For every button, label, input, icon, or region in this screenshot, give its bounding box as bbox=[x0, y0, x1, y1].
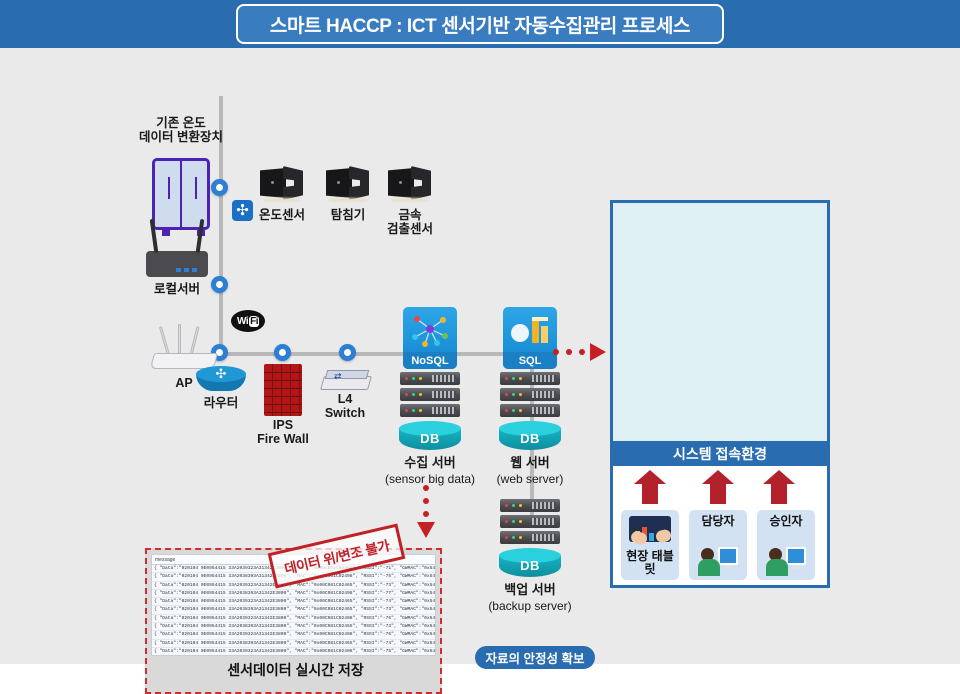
header-bar: 스마트 HACCP : ICT 센서기반 자동수집관리 프로세스 bbox=[0, 0, 960, 48]
rack-unit bbox=[500, 404, 560, 417]
flow-dot bbox=[423, 498, 429, 504]
log-row: { "Data":"020104 0E0954415 33A2038393A31… bbox=[152, 623, 435, 632]
flow-dot bbox=[579, 349, 585, 355]
web-db-cylinder: DB bbox=[499, 421, 561, 455]
status-badge-text: 자료의 안정성 확보 bbox=[485, 652, 585, 666]
backup-server-label-ko: 백업 서버 bbox=[504, 582, 556, 597]
flow-dot bbox=[423, 485, 429, 491]
user-card-field-tablet[interactable]: 현장 태블릿 bbox=[621, 510, 679, 580]
collection-db-cylinder: DB bbox=[399, 421, 461, 455]
rack-unit bbox=[500, 515, 560, 528]
wifi-text-2: Fi bbox=[249, 315, 260, 327]
local-server-label: 로컬서버 bbox=[153, 282, 200, 296]
page-title-text: 스마트 HACCP : ICT 센서기반 자동수집관리 프로세스 bbox=[269, 15, 691, 37]
panel-title: 시스템 접속환경 bbox=[610, 441, 830, 466]
sensor-icon-temperature bbox=[260, 166, 304, 202]
switch-icon: ⇄ bbox=[319, 370, 373, 392]
rack-unit bbox=[400, 388, 460, 401]
log-row: { "Data":"020104 0E0954415 33A2039323A31… bbox=[152, 631, 435, 640]
diagram-canvas: 기존 온도 데이터 변환장치 ✣ 온도센서 탐침기 금속 검출센서 로컬서버 W… bbox=[0, 48, 960, 694]
status-badge-stability: 자료의 안정성 확보 bbox=[475, 646, 595, 669]
user-card-approver[interactable]: 승인자 bbox=[757, 510, 815, 580]
users-panel: 현장 태블릿 담당자 승인자 bbox=[610, 466, 830, 588]
ap-antenna-1 bbox=[158, 326, 171, 356]
firewall-label: IPS Fire Wall bbox=[257, 418, 309, 446]
user-label-field-tablet: 현장 태블릿 bbox=[626, 549, 674, 576]
log-row: { "Data":"020104 0E0954415 33A2039323A31… bbox=[152, 598, 435, 607]
backup-db-label: DB bbox=[520, 558, 540, 573]
user-label-approver: 승인자 bbox=[769, 514, 803, 528]
nosql-badge-label: NoSQL bbox=[403, 352, 457, 369]
web-db-label: DB bbox=[520, 431, 540, 446]
rack-unit bbox=[500, 372, 560, 385]
log-row: { "Data":"020104 0E0954415 33A2038393A31… bbox=[152, 590, 435, 599]
wifi-text: Wi bbox=[236, 315, 249, 327]
panel-title-text: 시스템 접속환경 bbox=[672, 445, 768, 462]
node-converter bbox=[211, 179, 228, 196]
local-server-icon bbox=[146, 251, 208, 277]
page-title: 스마트 HACCP : ICT 센서기반 자동수집관리 프로세스 bbox=[236, 4, 724, 44]
rack-unit bbox=[500, 388, 560, 401]
user-card-manager[interactable]: 담당자 bbox=[689, 510, 747, 580]
flow-arrow-up-tablet bbox=[634, 470, 666, 504]
backup-server-label-en: (backup server) bbox=[488, 599, 572, 613]
ap-antenna-2 bbox=[178, 324, 181, 354]
wifi-icon: Wi Fi bbox=[231, 310, 265, 332]
firewall-icon bbox=[264, 364, 302, 416]
tablet-icon bbox=[629, 516, 673, 547]
flow-arrow-right bbox=[590, 343, 606, 361]
collection-server-label-ko: 수집 서버 bbox=[404, 455, 456, 470]
sql-badge-label: SQL bbox=[503, 352, 557, 369]
backup-db-cylinder: DB bbox=[499, 548, 561, 582]
ap-antenna-3 bbox=[189, 326, 200, 356]
flow-dot bbox=[553, 349, 559, 355]
flow-dot bbox=[566, 349, 572, 355]
nosql-graph-art bbox=[403, 309, 457, 353]
flow-arrow-up-approver bbox=[763, 470, 795, 504]
rack-unit bbox=[400, 372, 460, 385]
sensor-icon-probe bbox=[326, 166, 370, 202]
sensor-icon-metal-detector bbox=[388, 166, 432, 202]
nosql-badge: NoSQL bbox=[403, 307, 457, 369]
node-router bbox=[274, 344, 291, 361]
person-monitor-icon bbox=[698, 546, 738, 576]
rack-unit bbox=[500, 531, 560, 544]
flow-dot bbox=[423, 511, 429, 517]
web-server-label-ko: 웹 서버 bbox=[510, 455, 550, 470]
sql-badge: SQL bbox=[503, 307, 557, 369]
converter-label: 기존 온도 데이터 변환장치 bbox=[139, 116, 223, 144]
connector-horizontal-main bbox=[219, 352, 549, 356]
log-row: { "Data":"020104 0E0954415 33A2039323A31… bbox=[152, 615, 435, 624]
node-switch bbox=[339, 344, 356, 361]
collection-db-label: DB bbox=[420, 431, 440, 446]
backup-server-rack bbox=[500, 499, 560, 547]
rack-unit bbox=[400, 404, 460, 417]
rack-unit bbox=[500, 499, 560, 512]
person-monitor-icon bbox=[766, 546, 806, 576]
router-label: 라우터 bbox=[203, 396, 239, 410]
system-access-panel: HACCP CCP 8(냉장실1) 모니터링 일지 bbox=[610, 200, 830, 462]
cabinet-foot-left bbox=[162, 230, 170, 236]
sql-db-art bbox=[503, 309, 557, 353]
log-row: { "Data":"020104 0E0954415 33A2038393A31… bbox=[152, 640, 435, 648]
web-server-label-en: (web server) bbox=[496, 472, 564, 486]
log-row: { "Data":"020104 0E0954415 33A2038393A31… bbox=[152, 606, 435, 615]
collection-server-rack bbox=[400, 372, 460, 420]
log-caption: 센서데이터 실시간 저장 bbox=[227, 662, 364, 678]
router-icon: ✣ bbox=[196, 366, 246, 392]
web-server-rack bbox=[500, 372, 560, 420]
switch-label: L4 Switch bbox=[324, 392, 366, 420]
flow-arrow-up-manager bbox=[702, 470, 734, 504]
flow-arrow-down bbox=[417, 522, 435, 538]
user-label-manager: 담당자 bbox=[701, 514, 735, 528]
sensor-label-metal-detector: 금속 검출센서 bbox=[386, 208, 433, 236]
